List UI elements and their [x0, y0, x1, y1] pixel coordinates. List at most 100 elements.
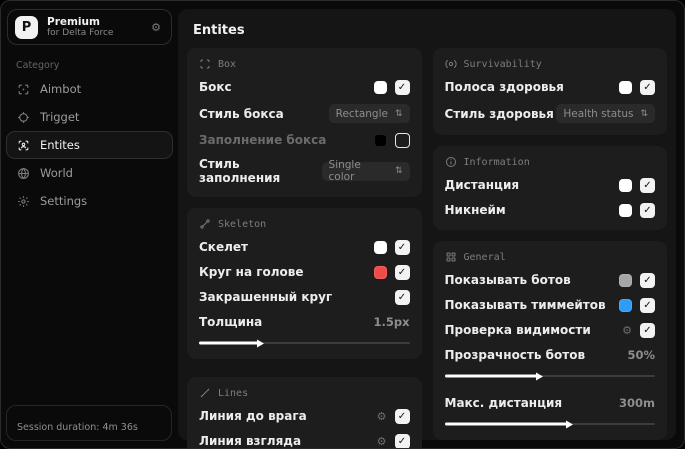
setting-label: Полоса здоровья	[444, 80, 564, 94]
checkbox-checked[interactable]: ✓	[394, 264, 410, 280]
brand-text: Premium for Delta Force	[47, 16, 142, 38]
select-arrows-icon: ⇅	[640, 108, 648, 119]
slider-fill	[199, 339, 264, 347]
left-column: Box Бокс ✓ Стиль бокса Rectangle ⇅ Запол…	[187, 48, 422, 448]
setting-row: Стиль бокса Rectangle ⇅	[199, 104, 410, 123]
color-swatch[interactable]	[373, 133, 387, 147]
slider-value: 1.5px	[373, 315, 410, 329]
setting-row: Полоса здоровья ✓	[444, 79, 655, 95]
sidebar-item-label: Settings	[40, 194, 88, 208]
card-lines: Lines Линия до врага ⚙ ✓ Линия взгляда ⚙	[187, 377, 422, 448]
color-swatch[interactable]	[373, 80, 387, 94]
setting-label: Толщина	[199, 315, 263, 329]
setting-label: Бокс	[199, 80, 232, 94]
right-column: Survivability Полоса здоровья ✓ Стиль зд…	[432, 48, 667, 448]
color-swatch[interactable]	[619, 203, 632, 217]
globe-icon	[17, 167, 30, 180]
info-icon	[445, 157, 456, 167]
setting-label: Круг на голове	[199, 265, 304, 279]
setting-label: Стиль бокса	[199, 106, 284, 121]
setting-label: Стиль заполнения	[199, 157, 281, 185]
sidebar-nav: Aimbot Trigget Entites World Settings	[1, 75, 178, 215]
checkbox-checked[interactable]: ✓	[640, 79, 655, 95]
fill-style-select[interactable]: Single color ⇅	[321, 159, 410, 183]
sidebar-item-entites[interactable]: Entites	[6, 131, 173, 159]
setting-row: Заполнение бокса ✓	[199, 132, 410, 148]
color-swatch[interactable]	[619, 178, 632, 192]
health-style-select[interactable]: Health status ⇅	[556, 104, 655, 123]
card-information-header: Information	[445, 156, 656, 168]
checkbox-unchecked[interactable]: ✓	[394, 132, 410, 148]
setting-label: Заполнение бокса	[199, 133, 327, 147]
line-icon	[200, 388, 210, 398]
setting-row: Макс. дистанция 300m	[445, 395, 656, 411]
select-arrows-icon: ⇅	[394, 166, 403, 176]
checkbox-checked[interactable]: ✓	[394, 408, 410, 424]
setting-row: Линия до врага ⚙ ✓	[199, 408, 410, 424]
settings-gear-icon	[17, 195, 30, 208]
checkbox-checked[interactable]: ✓	[394, 239, 410, 255]
setting-row: Показывать ботов ✓	[444, 272, 655, 288]
thickness-slider[interactable]	[199, 339, 410, 347]
app-window: P Premium for Delta Force ⚙ Category Aim…	[0, 0, 685, 449]
checkbox-checked[interactable]: ✓	[394, 79, 410, 95]
sidebar-item-settings[interactable]: Settings	[6, 187, 173, 215]
setting-label: Линия до врага	[199, 409, 307, 423]
gear-icon[interactable]: ⚙	[151, 21, 161, 34]
slider-value: 300m	[619, 396, 655, 410]
setting-row: Дистанция ✓	[444, 177, 655, 193]
setting-row: Стиль заполнения Single color ⇅	[199, 157, 410, 185]
setting-label: Макс. дистанция	[444, 396, 563, 410]
setting-row: Прозрачность ботов 50%	[445, 347, 656, 363]
color-swatch[interactable]	[619, 80, 632, 94]
setting-label: Линия взгляда	[199, 434, 302, 448]
card-skeleton-header: Skeleton	[199, 218, 410, 230]
setting-label: Проверка видимости	[444, 323, 591, 337]
card-general: General Показывать ботов ✓ Показывать ти…	[432, 241, 667, 440]
select-arrows-icon: ⇅	[394, 108, 403, 119]
max-distance-slider[interactable]	[444, 420, 655, 428]
checkbox-checked[interactable]: ✓	[640, 177, 655, 193]
checkbox-checked[interactable]: ✓	[640, 272, 655, 288]
sidebar-item-label: Entites	[40, 138, 80, 152]
sidebar-item-aimbot[interactable]: Aimbot	[6, 75, 173, 103]
person-scan-icon	[17, 139, 30, 152]
bot-opacity-slider[interactable]	[444, 372, 655, 380]
setting-row: Линия взгляда ⚙ ✓	[199, 433, 410, 448]
color-swatch[interactable]	[619, 273, 632, 287]
card-box: Box Бокс ✓ Стиль бокса Rectangle ⇅ Запол…	[187, 48, 422, 197]
checkbox-checked[interactable]: ✓	[640, 322, 655, 338]
setting-row: Проверка видимости ⚙ ✓	[444, 322, 655, 338]
slider-thumb[interactable]	[536, 372, 544, 380]
setting-label: Показывать ботов	[444, 273, 571, 287]
setting-row: Никнейм ✓	[444, 202, 655, 218]
row-settings-gear-icon[interactable]: ⚙	[377, 436, 387, 447]
checkbox-checked[interactable]: ✓	[394, 289, 410, 305]
setting-row: Круг на голове ✓	[199, 264, 410, 280]
checkbox-checked[interactable]: ✓	[394, 433, 410, 448]
setting-row: Толщина 1.5px	[199, 314, 410, 330]
setting-label: Никнейм	[444, 203, 506, 217]
brand-header: P Premium for Delta Force ⚙	[7, 9, 172, 45]
row-settings-gear-icon[interactable]: ⚙	[622, 325, 632, 336]
card-general-header: General	[445, 251, 656, 263]
checkbox-checked[interactable]: ✓	[640, 202, 655, 218]
sidebar-item-world[interactable]: World	[6, 159, 173, 187]
box-style-select[interactable]: Rectangle ⇅	[328, 104, 410, 123]
row-settings-gear-icon[interactable]: ⚙	[377, 411, 387, 422]
checkbox-checked[interactable]: ✓	[640, 297, 655, 313]
color-swatch[interactable]	[373, 240, 387, 254]
setting-row: Стиль здоровья Health status ⇅	[445, 104, 655, 123]
setting-label: Дистанция	[444, 178, 520, 192]
category-label: Category	[16, 60, 60, 71]
setting-row: Скелет ✓	[199, 239, 410, 255]
card-box-header: Box	[199, 58, 410, 70]
color-swatch[interactable]	[619, 298, 632, 312]
sidebar-item-trigget[interactable]: Trigget	[6, 103, 173, 131]
setting-row: Бокс ✓	[199, 79, 410, 95]
slider-thumb[interactable]	[256, 339, 264, 347]
setting-label: Закрашенный круг	[199, 290, 333, 304]
slider-thumb[interactable]	[565, 420, 573, 428]
color-swatch[interactable]	[373, 265, 387, 279]
card-information: Information Дистанция ✓ Никнейм ✓	[432, 146, 667, 230]
